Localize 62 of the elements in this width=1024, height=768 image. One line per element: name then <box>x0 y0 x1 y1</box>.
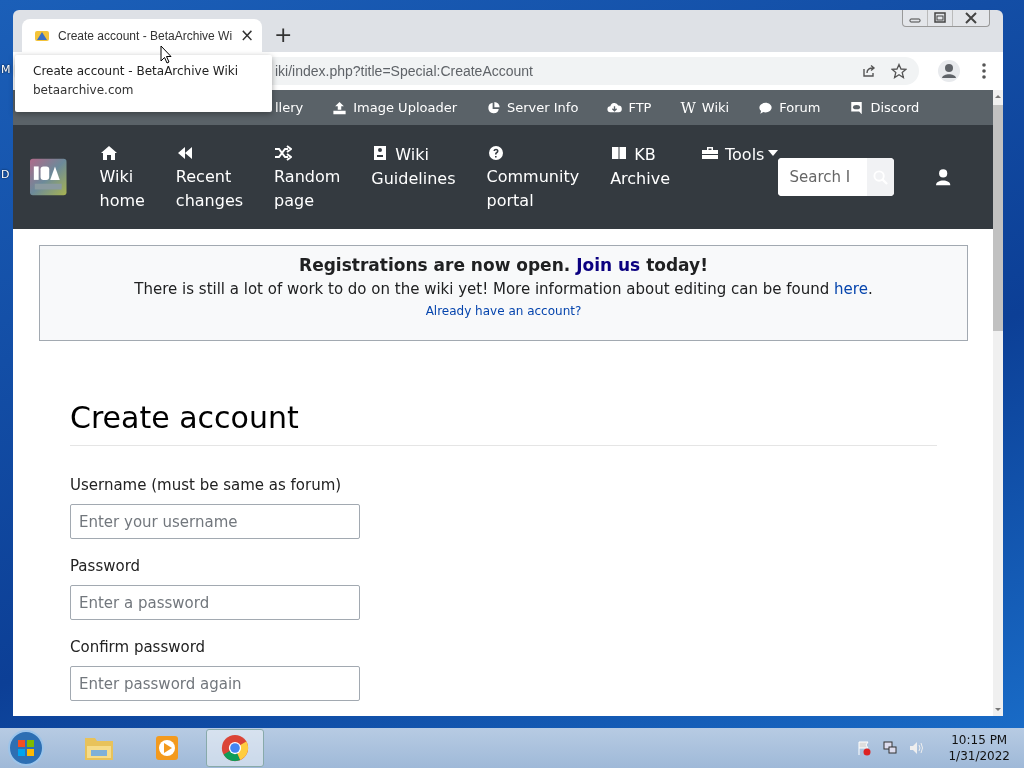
input-field[interactable]: Enter password again <box>70 666 360 701</box>
profile-icon[interactable] <box>937 59 961 83</box>
input-field[interactable]: Enter your username <box>70 504 360 539</box>
book-icon <box>610 145 629 161</box>
caret-icon <box>768 150 779 156</box>
share-icon[interactable] <box>861 63 877 79</box>
clock-date[interactable]: 1/31/2022 <box>948 748 1010 764</box>
tooltip-domain: betaarchive.com <box>33 83 135 97</box>
nav-link[interactable]: Recent changes <box>175 143 244 213</box>
login-link[interactable]: Already have an account? <box>425 304 582 318</box>
field-label: Confirm password <box>70 638 207 656</box>
flag-icon[interactable] <box>856 740 873 756</box>
discord-icon <box>849 100 865 115</box>
desktop-icon-label[interactable]: M <box>1 63 11 76</box>
site-logo-icon[interactable] <box>30 158 67 196</box>
start-button[interactable] <box>6 728 46 768</box>
question-icon <box>486 145 505 161</box>
top-nav-link[interactable]: Server Info <box>486 100 579 115</box>
top-nav-link[interactable]: Image Uploader <box>332 100 457 115</box>
pie-chart-icon <box>486 100 501 115</box>
desktop-icon-label[interactable]: D <box>1 168 10 181</box>
browser-tab[interactable]: Create account - BetaArchive Wi × <box>22 19 262 52</box>
nav-link[interactable]: Tools <box>701 143 779 167</box>
notice-text: There is still a lot of work to do on the wiki yet! More information about editing can be found here. <box>133 280 874 298</box>
new-tab-button[interactable]: + <box>274 24 293 46</box>
wiki-glyph: W <box>680 98 696 117</box>
shuffle-icon <box>274 145 293 161</box>
tab-title: Create account - BetaArchive Wi <box>58 28 233 43</box>
join-link[interactable]: Join us <box>576 255 641 275</box>
search-field[interactable]: Search I <box>778 158 894 196</box>
nav-link[interactable]: Random page <box>274 143 341 213</box>
input-field[interactable]: Enter a password <box>70 585 360 620</box>
url-text: iki/index.php?title=Special:CreateAccount <box>275 63 534 79</box>
here-link[interactable]: here <box>834 280 868 298</box>
nav-link[interactable]: Wiki home <box>99 143 145 213</box>
user-icon[interactable] <box>934 168 951 186</box>
top-nav-link[interactable]: Forum <box>758 100 821 115</box>
menu-icon[interactable] <box>981 62 987 80</box>
close-tab-button[interactable]: × <box>240 27 255 44</box>
chat-bubble-icon <box>758 100 774 115</box>
network-icon[interactable] <box>882 740 899 756</box>
home-icon <box>99 145 118 161</box>
upload-icon <box>332 100 348 115</box>
clock-time[interactable]: 10:15 PM <box>951 732 1008 748</box>
top-nav-link[interactable]: FTP <box>607 100 652 115</box>
field-label: Password <box>70 557 142 575</box>
nav-link[interactable]: Community portal <box>486 143 580 213</box>
top-nav-link[interactable]: Discord <box>849 100 920 115</box>
nav-link[interactable]: KB Archive <box>610 143 670 191</box>
notice-title: Registrations are now open. Join us today! <box>298 255 709 275</box>
browser-icon <box>219 734 251 762</box>
field-label: Username (must be same as forum) <box>70 476 343 494</box>
taskbar-app-button[interactable] <box>206 729 264 767</box>
toolbox-icon <box>701 145 719 161</box>
nav-link[interactable]: Wiki Guidelines <box>371 143 456 191</box>
scrollbar-thumb[interactable] <box>993 105 1003 331</box>
star-icon[interactable] <box>891 63 907 79</box>
cloud-download-icon <box>607 100 623 115</box>
page-heading: Create account <box>70 400 300 436</box>
tooltip-title: Create account - BetaArchive Wiki <box>33 64 240 78</box>
top-nav-link[interactable]: llery <box>275 100 304 115</box>
top-nav-link[interactable]: W Wiki <box>680 98 730 117</box>
